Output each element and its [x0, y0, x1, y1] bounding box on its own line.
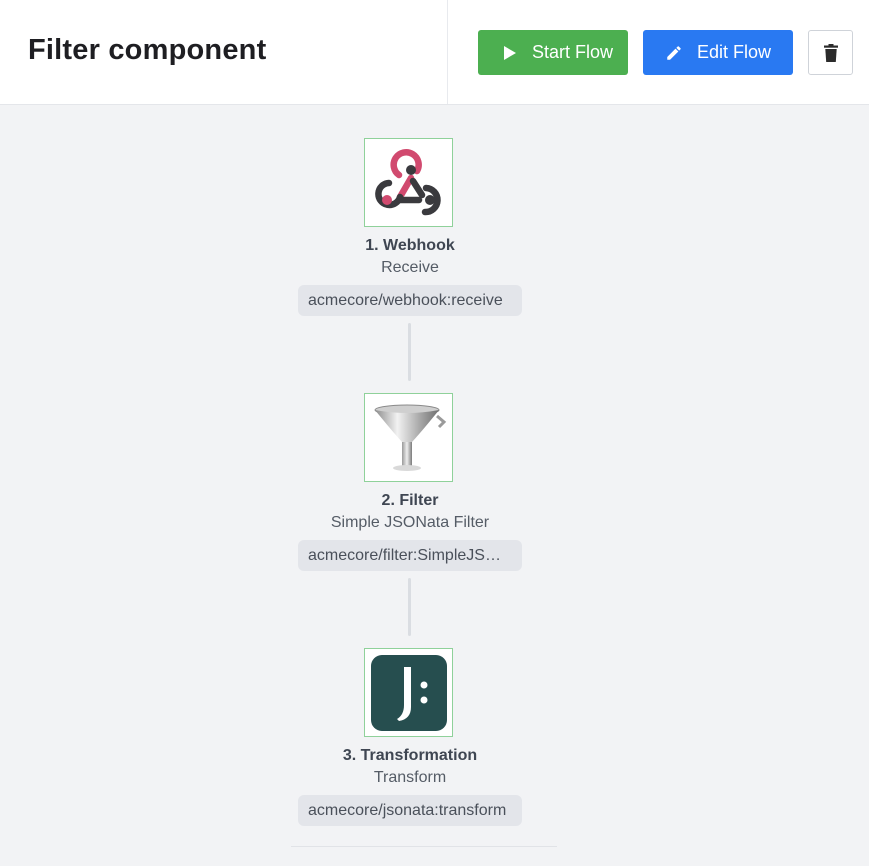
funnel-icon	[374, 404, 446, 471]
header-divider	[447, 0, 448, 104]
step-title: 2. Filter	[381, 492, 439, 509]
step-component-badge: acmecore/filter:SimpleJSONataFilter	[298, 540, 522, 571]
webhook-icon	[374, 148, 441, 215]
start-flow-label: Start Flow	[532, 42, 614, 62]
step-subtitle: Simple JSONata Filter	[330, 514, 490, 531]
step-title: 3. Transformation	[342, 747, 478, 764]
step-connector	[408, 323, 411, 381]
edit-flow-button[interactable]: Edit Flow	[643, 30, 793, 75]
page-header: Filter component Start Flow Edit Flow	[0, 0, 869, 105]
trash-icon	[823, 43, 838, 62]
step-subtitle: Receive	[381, 259, 439, 276]
delete-flow-button[interactable]	[808, 30, 853, 75]
bottom-divider	[291, 846, 557, 847]
node-icon-box[interactable]	[364, 393, 453, 482]
step-title: 1. Webhook	[365, 237, 455, 254]
play-icon	[504, 45, 516, 60]
edit-flow-label: Edit Flow	[697, 42, 772, 62]
step-component-badge: acmecore/jsonata:transform	[298, 795, 522, 826]
step-connector	[408, 578, 411, 636]
start-flow-button[interactable]: Start Flow	[478, 30, 628, 75]
jsonata-icon	[370, 654, 447, 731]
step-component-badge: acmecore/webhook:receive	[298, 285, 522, 316]
page-title: Filter component	[28, 34, 267, 66]
node-icon-box[interactable]	[364, 138, 453, 227]
pencil-icon	[667, 45, 681, 60]
step-subtitle: Transform	[373, 769, 447, 786]
node-icon-box[interactable]	[364, 648, 453, 737]
